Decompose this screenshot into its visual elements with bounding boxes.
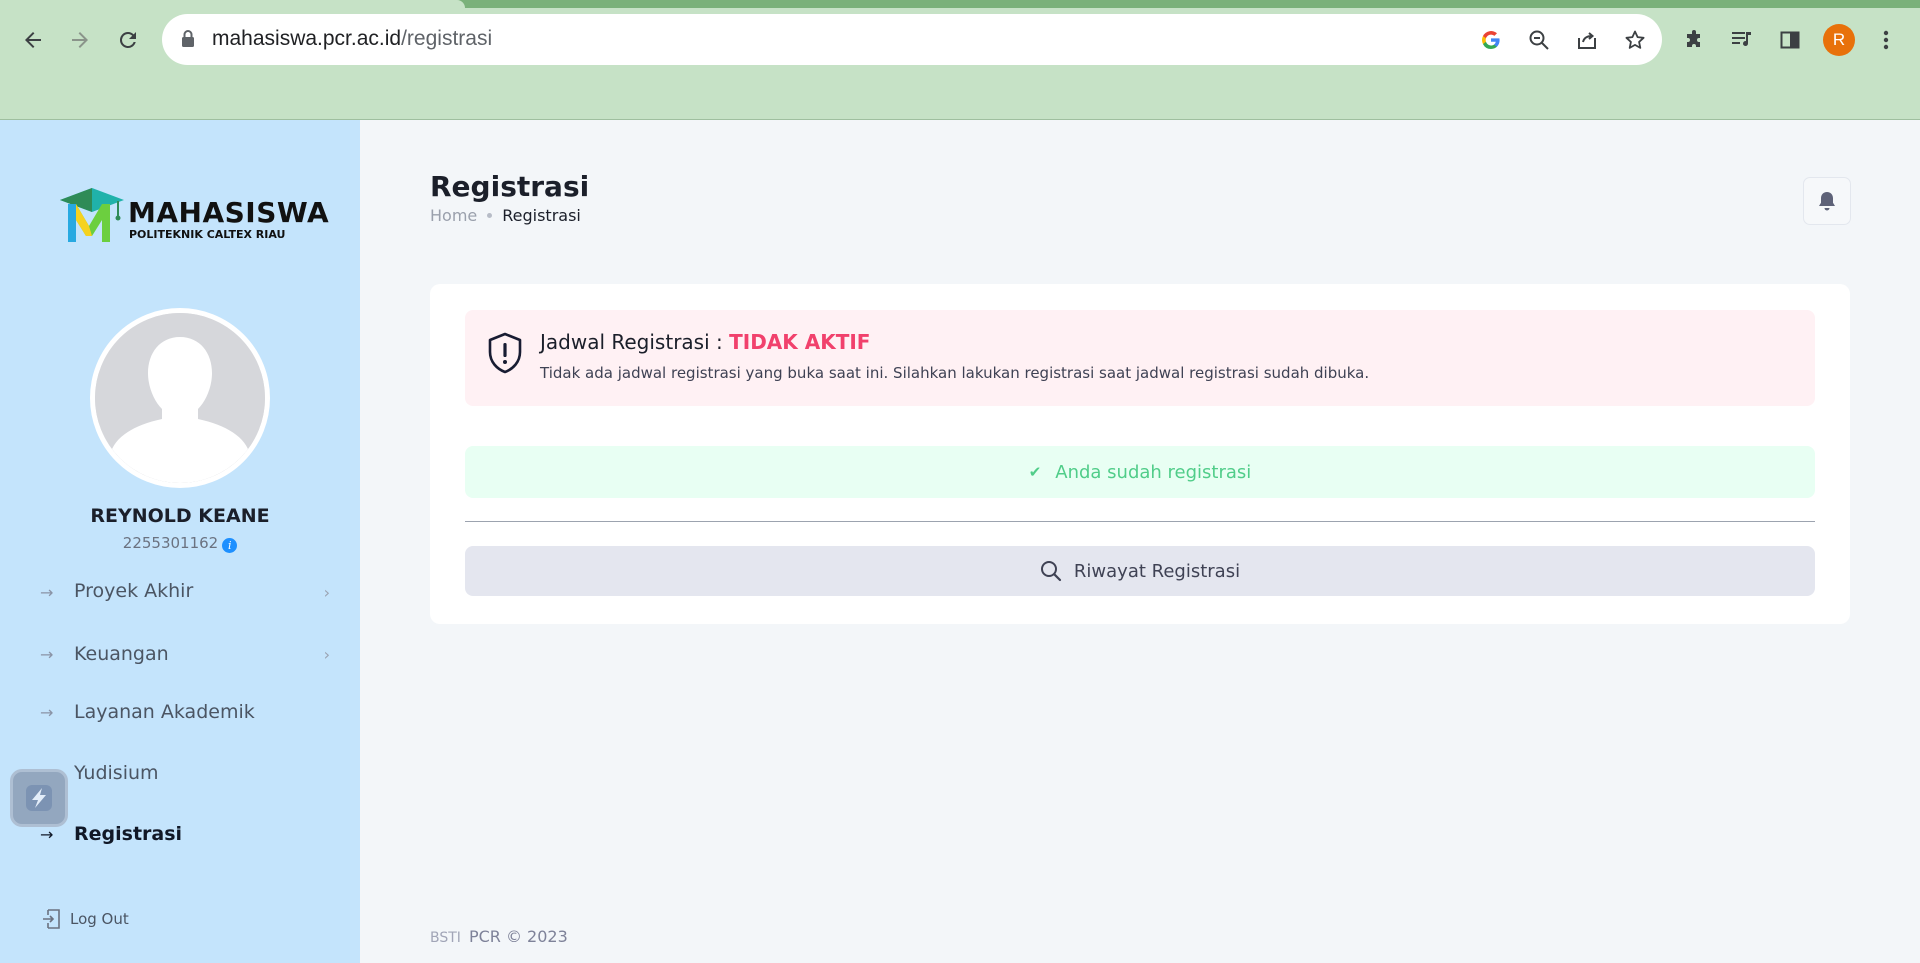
share-icon[interactable]	[1574, 27, 1600, 53]
alert-description: Tidak ada jadwal registrasi yang buka sa…	[540, 364, 1370, 382]
registration-history-button[interactable]: Riwayat Registrasi	[465, 546, 1815, 596]
user-name: REYNOLD KEANE	[90, 505, 270, 527]
sidebar-item-label: Layanan Akademik	[74, 701, 255, 723]
sidebar: MAHASISWA POLITEKNIK CALTEX RIAU REYNOLD…	[0, 120, 360, 963]
footer-org: BSTI	[430, 930, 461, 946]
address-bar[interactable]: mahasiswa.pcr.ac.id/registrasi	[162, 14, 1662, 65]
star-icon[interactable]	[1622, 27, 1648, 53]
breadcrumb-separator	[487, 213, 493, 218]
tab-strip	[0, 0, 1920, 8]
sidebar-item-label: Proyek Akhir	[74, 582, 194, 602]
profile-avatar[interactable]: R	[1823, 24, 1855, 56]
media-queue-icon[interactable]	[1724, 22, 1760, 58]
sidebar-item-yudisium[interactable]: → Yudisium	[40, 755, 330, 791]
sidebar-item-proyek-akhir[interactable]: → Proyek Akhir ›	[40, 582, 330, 602]
history-button-label: Riwayat Registrasi	[1073, 560, 1241, 582]
user-silhouette-icon	[95, 313, 265, 483]
sidebar-item-label: Registrasi	[74, 823, 183, 845]
menu-dots-icon[interactable]	[1868, 22, 1904, 58]
sidebar-item-label: Yudisium	[74, 762, 159, 784]
sidebar-item-keuangan[interactable]: → Keuangan ›	[40, 636, 330, 672]
info-icon[interactable]: i	[222, 538, 238, 553]
bell-icon	[1819, 192, 1835, 211]
zoom-out-icon[interactable]	[1526, 27, 1552, 53]
success-text: Anda sudah registrasi	[1055, 461, 1252, 483]
sidebar-item-registrasi[interactable]: → Registrasi	[40, 816, 330, 852]
breadcrumb-current: Registrasi	[502, 206, 581, 225]
page-title: Registrasi	[430, 170, 590, 203]
footer: BSTI PCR © 2023	[430, 927, 568, 946]
user-nim: 2255301162 i	[0, 534, 360, 553]
sidebar-item-layanan-akademik[interactable]: → Layanan Akademik	[40, 694, 330, 730]
main-content: Registrasi Home Registrasi Jadwal Regist…	[360, 120, 1920, 963]
floating-widget-button[interactable]	[10, 769, 68, 827]
divider	[465, 521, 1815, 522]
url-text[interactable]: mahasiswa.pcr.ac.id/registrasi	[212, 27, 492, 51]
schedule-alert: Jadwal Registrasi : TIDAK AKTIF Tidak ad…	[465, 310, 1815, 406]
graduation-logo-icon	[60, 188, 124, 242]
logout-button[interactable]: Log Out	[42, 908, 129, 930]
registration-success-banner: ✔ Anda sudah registrasi	[465, 446, 1815, 498]
sidebar-item-label: Keuangan	[74, 643, 169, 665]
lock-icon[interactable]	[180, 29, 196, 53]
alert-status: TIDAK AKTIF	[729, 330, 871, 354]
notification-button[interactable]	[1803, 177, 1851, 225]
side-panel-icon[interactable]	[1772, 22, 1808, 58]
brand-subtitle: POLITEKNIK CALTEX RIAU	[129, 228, 286, 241]
arrow-right-icon: →	[40, 583, 54, 602]
chevron-right-icon: ›	[323, 583, 330, 602]
extensions-icon[interactable]	[1677, 22, 1713, 58]
forward-icon[interactable]	[62, 22, 98, 58]
arrow-right-icon: →	[40, 644, 54, 664]
lightning-icon	[26, 785, 52, 811]
shield-exclamation-icon	[488, 332, 522, 374]
check-icon: ✔	[1028, 463, 1042, 481]
app-logo[interactable]: MAHASISWA POLITEKNIK CALTEX RIAU	[58, 186, 329, 248]
avatar[interactable]	[90, 308, 270, 488]
registration-card: Jadwal Registrasi : TIDAK AKTIF Tidak ad…	[430, 284, 1850, 624]
footer-copyright: PCR © 2023	[468, 927, 568, 946]
breadcrumb: Home Registrasi	[430, 206, 581, 225]
alert-title: Jadwal Registrasi : TIDAK AKTIF	[540, 330, 871, 354]
breadcrumb-home[interactable]: Home	[430, 206, 477, 225]
arrow-right-icon: →	[40, 824, 54, 844]
brand-name: MAHASISWA	[128, 196, 330, 229]
arrow-right-icon: →	[40, 702, 54, 722]
logout-label: Log Out	[70, 910, 129, 928]
google-icon[interactable]	[1478, 27, 1504, 53]
browser-toolbar: mahasiswa.pcr.ac.id/registrasi R	[0, 0, 1920, 120]
back-icon[interactable]	[15, 22, 51, 58]
reload-icon[interactable]	[110, 22, 146, 58]
logout-icon	[43, 909, 60, 929]
search-icon	[1040, 561, 1062, 582]
chevron-right-icon: ›	[323, 644, 330, 664]
